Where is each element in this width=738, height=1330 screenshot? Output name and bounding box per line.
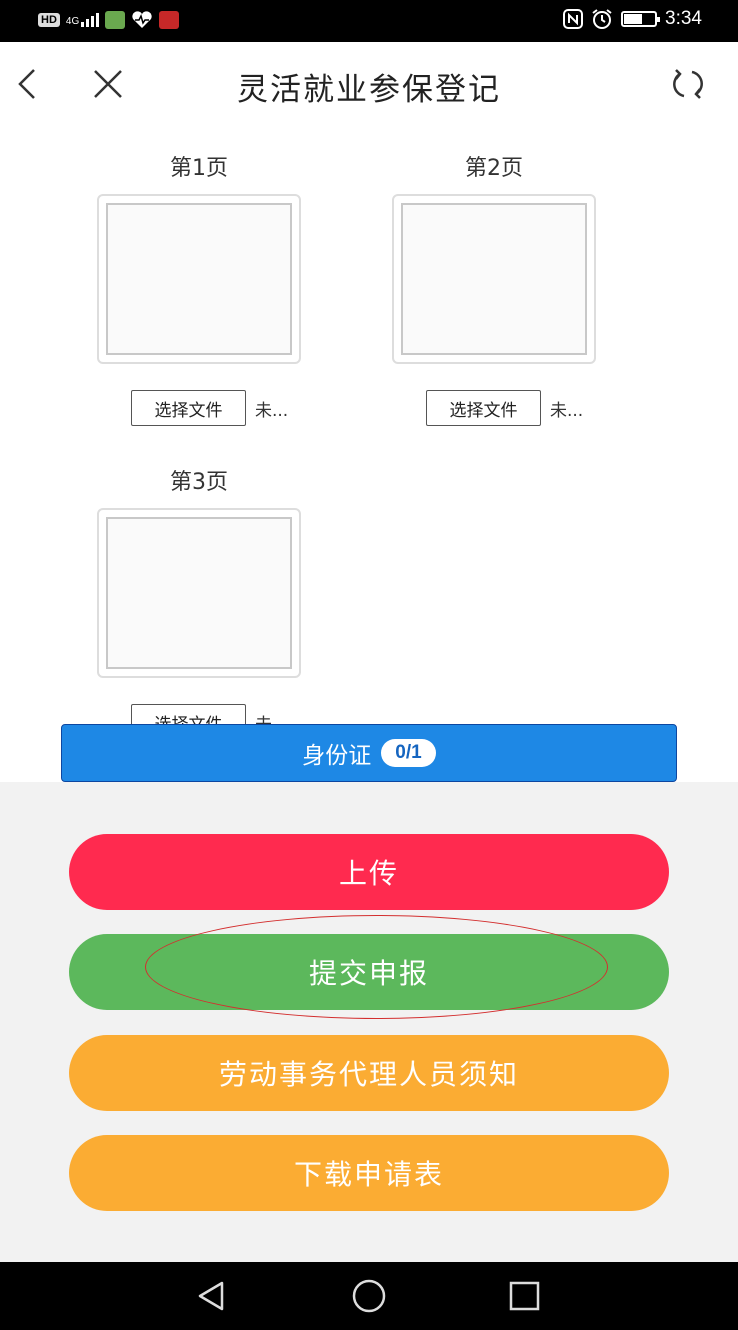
page-title: 灵活就业参保登记 [237,72,501,108]
submit-button[interactable]: 提交申报 [69,934,669,1010]
triangle-back-icon [198,1281,224,1311]
alarm-icon [592,9,612,29]
battery-icon [621,11,661,27]
system-navigation-bar [0,1262,738,1330]
top-navigation-bar: 灵活就业参保登记 [0,42,738,128]
nav-back-button[interactable] [191,1276,231,1316]
news-app-icon [159,11,180,29]
page-slot-2: 第2页 [389,150,599,364]
square-recents-icon [509,1281,540,1311]
upload-button[interactable]: 上传 [69,834,669,910]
heart-rate-icon [132,11,152,28]
page-slot-1: 第1页 [94,150,304,364]
id-card-section-bar[interactable]: 身份证 0/1 [61,724,677,782]
download-form-button[interactable]: 下载申请表 [69,1135,669,1211]
image-placeholder [106,203,292,355]
nfc-icon [563,9,584,29]
nav-home-button[interactable] [349,1276,389,1316]
page-image-preview[interactable] [97,508,301,678]
file-select-row-2: 选择文件 未... [426,390,583,426]
signal-indicator: 4G [65,13,100,27]
page-image-preview[interactable] [392,194,596,364]
circle-home-icon [352,1279,386,1313]
network-type: 4G [65,16,80,27]
status-bar: HD 4G 3:34 [0,0,738,42]
choose-file-button[interactable]: 选择文件 [426,390,541,426]
file-status: 未... [550,400,584,421]
page-label: 第3页 [170,470,228,495]
clock: 3:34 [665,8,702,29]
app-notification-icon [105,11,126,29]
image-placeholder [401,203,587,355]
file-select-row-1: 选择文件 未... [131,390,288,426]
page-slot-3: 第3页 [94,464,304,678]
nav-recents-button[interactable] [505,1276,545,1316]
signal-bars-icon [81,13,100,27]
file-status: 未... [255,400,289,421]
id-card-label: 身份证 [302,743,372,769]
status-right: 3:34 [563,8,702,30]
status-left: HD 4G [38,11,180,29]
upload-content-area[interactable]: 第1页 选择文件 未... 第2页 选择文件 未... 第3页 选择文件 未..… [0,128,738,728]
id-card-count-badge: 0/1 [381,739,436,767]
refresh-button[interactable] [668,64,708,104]
image-placeholder [106,517,292,669]
choose-file-button[interactable]: 选择文件 [131,390,246,426]
hd-badge: HD [38,13,60,27]
page-image-preview[interactable] [97,194,301,364]
agent-notice-button[interactable]: 劳动事务代理人员须知 [69,1035,669,1111]
page-label: 第2页 [465,156,523,181]
page-label: 第1页 [170,156,228,181]
refresh-icon [673,69,703,99]
